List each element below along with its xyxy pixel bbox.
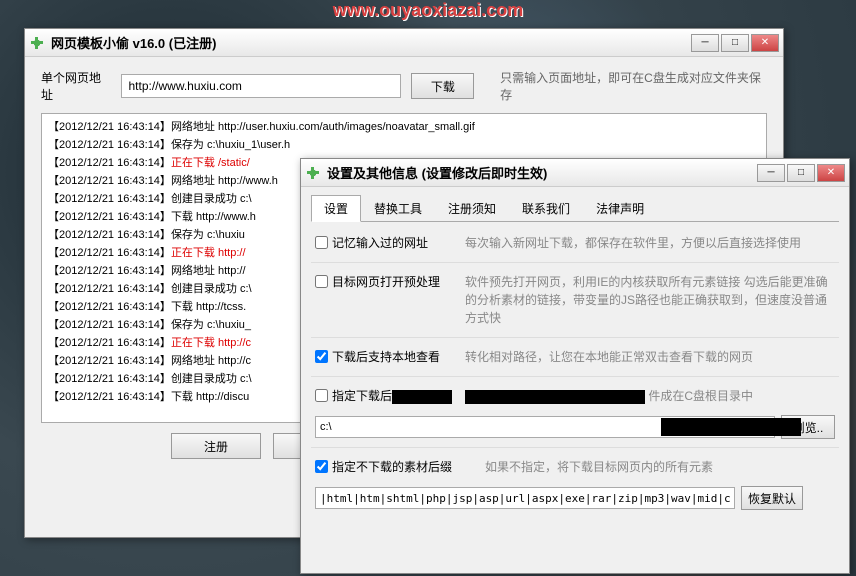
local-view-label: 下载后支持本地查看 xyxy=(332,348,440,365)
preprocess-label: 目标网页打开预处理 xyxy=(332,273,440,290)
settings-tabs: 设置替换工具注册须知联系我们法律声明 xyxy=(311,195,839,222)
settings-window: 设置及其他信息 (设置修改后即时生效) ─ □ ✕ 设置替换工具注册须知联系我们… xyxy=(300,158,850,574)
log-line: 【2012/12/21 16:43:14】网络地址 http://user.hu… xyxy=(48,118,760,136)
tab-3[interactable]: 联系我们 xyxy=(509,195,583,221)
exclude-ext-desc: 如果不指定，将下载目标网页内的所有元素 xyxy=(485,458,835,476)
preprocess-desc: 软件预先打开网页，利用IE的内核获取所有元素链接 勾选后能更准确的分析素材的链接… xyxy=(465,273,835,327)
download-button[interactable]: 下载 xyxy=(411,73,474,99)
specify-path-label: 指定下载后 xyxy=(332,387,452,404)
close-button[interactable]: ✕ xyxy=(751,34,779,52)
local-view-desc: 转化相对路径，让您在本地能正常双击查看下载的网页 xyxy=(465,348,835,366)
url-label: 单个网页地址 xyxy=(41,69,111,103)
local-view-checkbox[interactable] xyxy=(315,350,328,363)
tab-4[interactable]: 法律声明 xyxy=(583,195,657,221)
preprocess-checkbox[interactable] xyxy=(315,275,328,288)
settings-close-button[interactable]: ✕ xyxy=(817,164,845,182)
settings-titlebar: 设置及其他信息 (设置修改后即时生效) ─ □ ✕ xyxy=(301,159,849,187)
app-icon xyxy=(29,35,45,51)
settings-minimize-button[interactable]: ─ xyxy=(757,164,785,182)
watermark-text: www.ouyaoxiazai.com xyxy=(333,0,523,21)
url-input[interactable] xyxy=(121,74,401,98)
specify-path-desc: 件成在C盘根目录中 xyxy=(465,387,835,405)
log-line: 【2012/12/21 16:43:14】保存为 c:\huxiu_1\user… xyxy=(48,136,760,154)
maximize-button[interactable]: □ xyxy=(721,34,749,52)
settings-icon xyxy=(305,165,321,181)
minimize-button[interactable]: ─ xyxy=(691,34,719,52)
tab-0[interactable]: 设置 xyxy=(311,195,361,222)
ext-input[interactable] xyxy=(315,487,735,509)
main-title: 网页模板小偷 v16.0 (已注册) xyxy=(51,33,691,52)
hint-text: 只需输入页面地址，即可在C盘生成对应文件夹保存 xyxy=(500,69,767,103)
exclude-ext-label: 指定不下载的素材后缀 xyxy=(332,458,452,475)
exclude-ext-checkbox[interactable] xyxy=(315,460,328,473)
main-titlebar: 网页模板小偷 v16.0 (已注册) ─ □ ✕ xyxy=(25,29,783,57)
tab-1[interactable]: 替换工具 xyxy=(361,195,435,221)
specify-path-checkbox[interactable] xyxy=(315,389,328,402)
remember-url-desc: 每次输入新网址下载，都保存在软件里，方便以后直接选择使用 xyxy=(465,234,835,252)
register-button[interactable]: 注册 xyxy=(171,433,261,459)
remember-url-label: 记忆输入过的网址 xyxy=(332,234,428,251)
restore-default-button[interactable]: 恢复默认 xyxy=(741,486,803,510)
tab-2[interactable]: 注册须知 xyxy=(435,195,509,221)
remember-url-checkbox[interactable] xyxy=(315,236,328,249)
settings-maximize-button[interactable]: □ xyxy=(787,164,815,182)
settings-title: 设置及其他信息 (设置修改后即时生效) xyxy=(327,163,757,182)
